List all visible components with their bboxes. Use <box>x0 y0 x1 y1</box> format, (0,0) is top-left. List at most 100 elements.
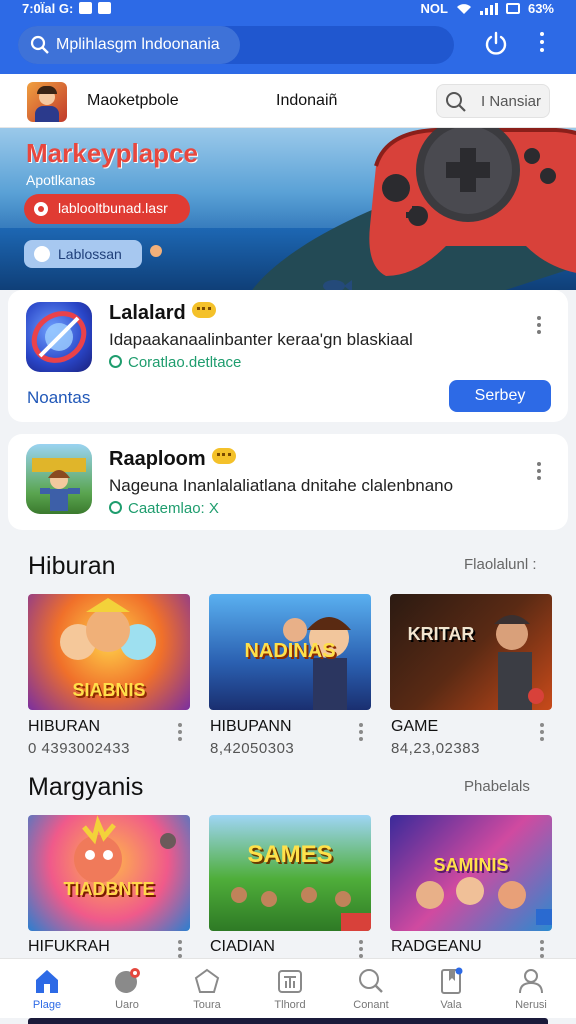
nav-label: Nerusi <box>515 999 547 1011</box>
app-meta-text: Caatemlao: X <box>128 500 219 517</box>
emoji-badge-icon <box>211 448 236 464</box>
more-options-icon[interactable] <box>536 462 542 483</box>
section-title: Margyanis <box>28 773 144 801</box>
games-icon <box>115 968 140 993</box>
record-icon <box>34 202 48 216</box>
banner-primary-label: lablooltbunad.lasr <box>58 200 168 216</box>
battery-icon <box>505 3 520 14</box>
search-icon <box>359 969 383 993</box>
game-title[interactable]: HIFUKRAH <box>28 938 110 956</box>
nav-label: Tlhord <box>274 999 306 1011</box>
app-meta: Caatemlao: X <box>109 500 219 517</box>
download-count: 8,42050303 <box>210 740 295 757</box>
search-icon <box>446 92 466 112</box>
nav-label: Vala <box>440 999 462 1011</box>
tv-icon <box>278 970 302 993</box>
game-title[interactable]: RADGEANU <box>391 938 482 956</box>
nav-item-apps[interactable]: Toura <box>166 959 248 1019</box>
featured-app-card[interactable]: Lalalard Idapaakanaalinbanter keraa'gn b… <box>8 290 568 422</box>
signal-icon <box>479 2 498 15</box>
store-avatar[interactable] <box>27 82 67 122</box>
game-thumbnail[interactable]: SAMES <box>209 815 371 931</box>
game-title[interactable]: HIBUPANN <box>210 718 292 736</box>
more-options-icon[interactable] <box>540 723 546 744</box>
power-icon[interactable] <box>482 30 510 58</box>
more-options-icon[interactable] <box>536 316 542 337</box>
clock: 7:0Ïal G: <box>22 1 74 16</box>
download-count: 0 4393002433 <box>28 740 130 757</box>
game-thumbnail[interactable]: NADINAS <box>209 594 371 710</box>
thumbnail-art-label: SAMINIS <box>433 855 509 875</box>
verified-icon <box>109 501 122 514</box>
nav-item-library[interactable]: Vala <box>410 959 492 1019</box>
nav-item-search[interactable]: Conant <box>330 959 412 1019</box>
nav-item-home[interactable]: Plage <box>6 959 88 1019</box>
featured-app-card[interactable]: Raaploom Nageuna Inanlalaliatlana dnitah… <box>8 434 568 530</box>
thumbnail-art-label: NADINAS <box>244 640 336 662</box>
nav-label: Conant <box>353 999 389 1011</box>
store-search-button[interactable]: I Nansiar <box>436 84 550 118</box>
notification-icon <box>79 2 93 14</box>
game-thumbnail[interactable]: SIABNIS <box>28 594 190 710</box>
search-input[interactable]: Mplihlasgm lndoonania <box>18 26 454 64</box>
thumbnail-art-label: SAMES <box>247 841 333 868</box>
gamepad-icon <box>369 128 576 276</box>
search-placeholder: Mplihlasgm lndoonania <box>56 36 220 53</box>
store-bar: Maoketpbole Indonaiñ I Nansiar <box>0 74 576 128</box>
game-thumbnail[interactable]: KRITAR <box>390 594 552 710</box>
store-name[interactable]: Maoketpbole <box>87 92 179 110</box>
apps-icon <box>194 968 220 993</box>
profile-icon <box>519 969 543 994</box>
install-button[interactable]: Serbey <box>449 380 551 412</box>
app-title-text: Lalalard <box>109 302 186 324</box>
fish-icon <box>323 280 352 290</box>
search-icon <box>30 35 49 54</box>
app-meta-text: Coratlao.detltace <box>128 354 242 371</box>
app-header: Mplihlasgm lndoonania <box>0 18 576 74</box>
game-title[interactable]: HIBURAN <box>28 718 100 736</box>
nearby-link[interactable]: Noantas <box>27 388 90 408</box>
app-meta: Coratlao.detltace <box>109 354 241 371</box>
game-thumbnail[interactable]: SAMINIS <box>390 815 552 931</box>
more-options-icon[interactable] <box>532 32 552 60</box>
app-description: Idapaakanaalinbanter keraa'gn blaskiaal <box>109 330 413 349</box>
app-icon[interactable] <box>26 302 92 372</box>
section-title: Hiburan <box>28 552 116 580</box>
more-options-icon[interactable] <box>359 723 365 744</box>
system-home-indicator <box>28 1018 548 1024</box>
app-icon[interactable] <box>26 444 92 514</box>
banner-subtitle: Apotlkanas <box>26 172 96 188</box>
nav-label: Plage <box>32 999 62 1011</box>
banner-secondary-label: Lablossan <box>58 246 122 262</box>
wifi-icon <box>456 3 471 14</box>
bookmark-icon <box>441 967 463 994</box>
banner-primary-button[interactable]: lablooltbunad.lasr <box>24 194 190 224</box>
section-see-all-link[interactable]: Phabelals <box>464 778 530 795</box>
play-icon <box>34 246 50 262</box>
nav-label: Toura <box>193 999 221 1011</box>
app-description: Nageuna Inanlalaliatlana dnitahe clalenb… <box>109 476 454 495</box>
more-options-icon[interactable] <box>178 723 184 744</box>
region-label[interactable]: Indonaiñ <box>276 92 337 110</box>
status-bar: 7:0Ïal G: NOL 63% <box>0 0 576 18</box>
message-icon <box>98 2 112 14</box>
thumbnail-art-label: KRITAR <box>407 624 475 644</box>
section-see-all-link[interactable]: Flaolalunl : <box>464 556 537 573</box>
nav-item-games[interactable]: Uaro <box>86 959 168 1019</box>
banner-title: Markeyplapce <box>26 138 198 168</box>
nav-item-profile[interactable]: Nerusi <box>490 959 572 1019</box>
nav-label: Uaro <box>115 999 139 1011</box>
emoji-badge-icon <box>191 302 216 318</box>
app-title: Lalalard <box>109 302 216 325</box>
game-title[interactable]: GAME <box>391 718 438 736</box>
game-title[interactable]: CIADIAN <box>210 938 275 956</box>
cursor-dot <box>150 245 162 257</box>
nav-item-tv[interactable]: Tlhord <box>249 959 331 1019</box>
app-title-text: Raaploom <box>109 448 206 470</box>
verified-icon <box>109 355 122 368</box>
hero-banner[interactable]: Markeyplapce Apotlkanas lablooltbunad.la… <box>0 128 576 290</box>
thumbnail-art-label: SIABNIS <box>72 680 146 700</box>
home-icon <box>36 970 58 993</box>
banner-secondary-button[interactable]: Lablossan <box>24 240 142 268</box>
game-thumbnail[interactable]: TIADBNTE <box>28 815 190 931</box>
